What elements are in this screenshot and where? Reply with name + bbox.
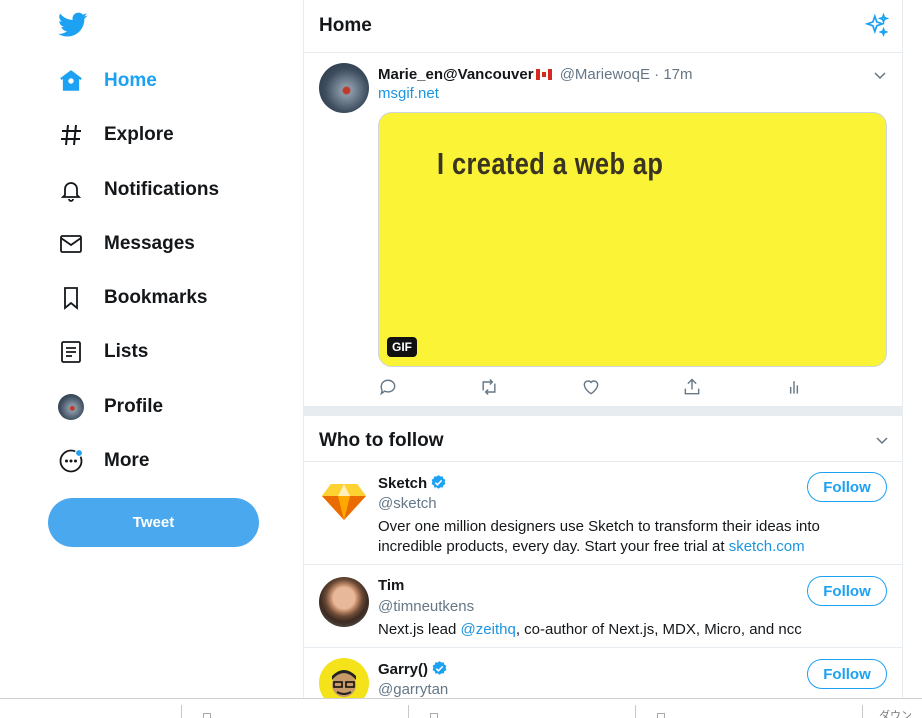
timeline: Home Marie_en@Vancouver @MariewoqE · 17m… [303,0,903,718]
gif-card[interactable]: I created a web ap GIF [378,112,887,367]
sidebar-item-label: Profile [104,396,164,417]
reply-icon[interactable] [378,377,398,397]
account-name[interactable]: Sketch [378,474,447,492]
sidebar-item-label: Messages [104,233,195,254]
chevron-down-icon[interactable] [875,433,889,447]
sidebar-item-profile[interactable]: Profile [56,387,163,427]
who-to-follow-title: Who to follow [319,430,444,451]
sidebar-item-home[interactable]: Home [56,61,157,101]
file-icon[interactable] [430,713,438,718]
bio-mention-link[interactable]: @zeithq [461,621,516,638]
account-bio: Over one million designers use Sketch to… [378,518,820,555]
verified-badge-icon [431,475,446,489]
account-name[interactable]: Tim [378,577,404,594]
sparkle-icon[interactable] [864,13,890,39]
who-to-follow-header: Who to follow [304,416,902,462]
sidebar: Home Explore Notifications Messages Book… [0,0,303,718]
download-bar-label[interactable]: ダウン [879,707,912,718]
tweet-separator: · [654,66,660,83]
account-handle: @sketch [378,495,437,512]
section-divider [304,406,902,416]
tweet[interactable]: Marie_en@Vancouver @MariewoqE · 17m msgi… [304,53,902,405]
tweet-link[interactable]: msgif.net [378,85,439,102]
bell-icon [56,175,86,205]
account-handle: @timneutkens [378,598,475,615]
avatar[interactable] [319,577,369,627]
sidebar-item-notifications[interactable]: Notifications [56,170,219,210]
sidebar-item-label: Bookmarks [104,287,208,308]
tweet-header: Marie_en@Vancouver @MariewoqE · 17m [378,66,693,83]
sidebar-item-label: Explore [104,124,174,145]
download-bar-divider [635,705,636,718]
page-title: Home [319,15,372,36]
sidebar-item-label: Notifications [104,179,220,200]
follow-button[interactable]: Follow [807,576,887,606]
share-icon[interactable] [682,377,702,397]
home-icon [56,66,86,96]
download-bar: ダウン [0,698,922,718]
like-icon[interactable] [581,377,601,397]
follow-button[interactable]: Follow [807,472,887,502]
sidebar-item-label: Lists [104,341,149,362]
account-bio: Next.js lead @zeithq, co-author of Next.… [378,621,802,638]
tweet-handle[interactable]: @MariewoqE [560,66,650,83]
list-icon [56,337,86,367]
gif-badge: GIF [387,337,417,357]
account-name[interactable]: Garry() [378,660,448,678]
canada-flag-icon [535,69,552,80]
timeline-header: Home [304,0,902,53]
file-icon[interactable] [203,713,211,718]
tweet-author-name[interactable]: Marie_en@Vancouver [378,66,534,83]
follow-button[interactable]: Follow [807,659,887,689]
tweet-button[interactable]: Tweet [48,498,259,547]
envelope-icon [56,229,86,259]
sidebar-item-label: Home [104,70,157,91]
follow-suggestion[interactable]: Sketch @sketch Over one million designer… [304,462,902,565]
download-bar-divider [181,705,182,718]
sidebar-item-label: More [104,450,150,471]
retweet-icon[interactable] [479,377,499,397]
chevron-down-icon[interactable] [873,68,887,82]
more-icon [56,446,86,476]
tweet-actions [378,377,838,399]
hashtag-icon [56,120,86,150]
download-bar-divider [862,705,863,718]
analytics-icon[interactable] [784,377,804,397]
account-handle: @garrytan [378,681,449,698]
who-to-follow: Who to follow Sketch @sketch Over one mi… [304,416,902,708]
avatar [56,392,86,422]
twitter-bird-icon[interactable] [58,12,88,38]
download-bar-divider [408,705,409,718]
sidebar-item-explore[interactable]: Explore [56,115,174,155]
gif-text: I created a web ap [437,146,664,181]
sidebar-item-more[interactable]: More [56,441,149,481]
verified-badge-icon [432,661,447,675]
sidebar-item-bookmarks[interactable]: Bookmarks [56,278,208,318]
tweet-time[interactable]: 17m [663,66,692,83]
sketch-logo-icon[interactable] [319,474,369,524]
sidebar-item-lists[interactable]: Lists [56,332,148,372]
bio-link[interactable]: sketch.com [729,538,805,555]
avatar[interactable] [319,63,369,113]
follow-suggestion[interactable]: Tim @timneutkens Next.js lead @zeithq, c… [304,565,902,648]
file-icon[interactable] [657,713,665,718]
bookmark-icon [56,283,86,313]
sidebar-item-messages[interactable]: Messages [56,224,195,264]
